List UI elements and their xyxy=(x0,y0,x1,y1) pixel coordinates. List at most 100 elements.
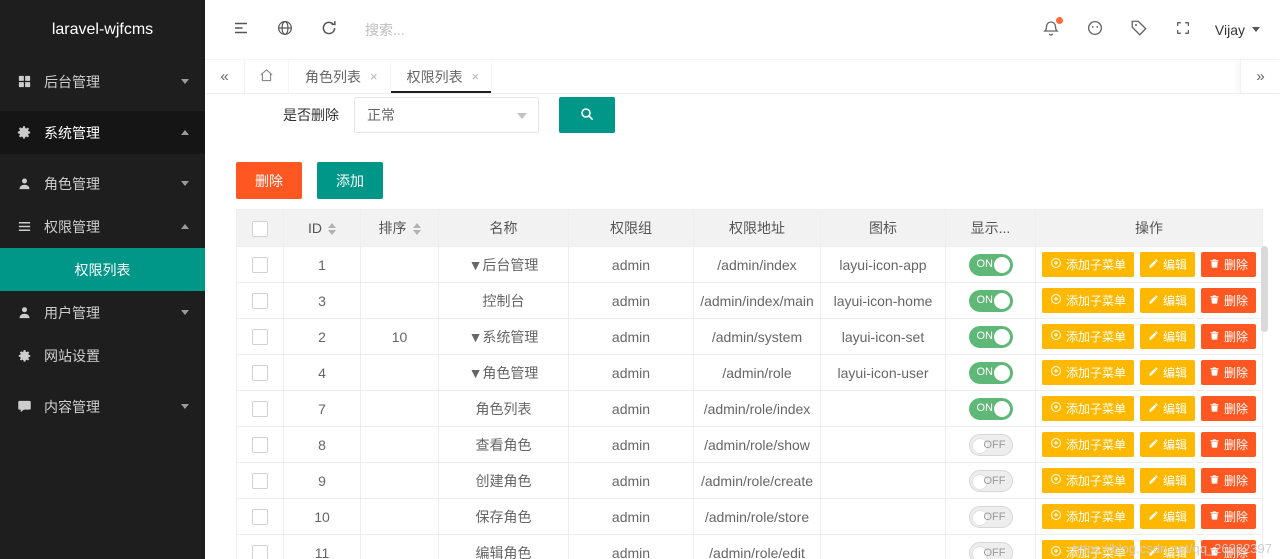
row-checkbox[interactable] xyxy=(252,509,268,526)
row-checkbox[interactable] xyxy=(252,257,268,274)
delete-button[interactable]: 删除 xyxy=(1201,252,1257,277)
sidebar-item-backend[interactable]: 后台管理 xyxy=(0,60,205,103)
fullscreen-button[interactable] xyxy=(1161,0,1205,60)
tabs-scroll-left[interactable]: « xyxy=(205,60,245,93)
tab-role-list[interactable]: 角色列表 × xyxy=(289,60,391,93)
delete-button[interactable]: 删除 xyxy=(1201,396,1257,421)
table-scrollbar[interactable] xyxy=(1261,246,1268,332)
display-switch[interactable]: OFF xyxy=(968,505,1013,528)
notifications-button[interactable] xyxy=(1029,0,1073,60)
header-id[interactable]: ID xyxy=(283,209,361,247)
close-icon[interactable]: × xyxy=(472,70,480,83)
row-checkbox[interactable] xyxy=(252,401,268,418)
cell-name: 控制台 xyxy=(438,282,569,319)
table-row: 7 角色列表 admin /admin/role/index ON 添加子菜单 … xyxy=(236,390,1263,427)
delete-button[interactable]: 删除 xyxy=(1201,432,1257,457)
switch-label: OFF xyxy=(983,546,1006,559)
collapse-sidebar-button[interactable] xyxy=(219,0,263,60)
search-button[interactable] xyxy=(559,97,615,133)
add-child-button[interactable]: 添加子菜单 xyxy=(1041,396,1134,421)
add-button[interactable]: 添加 xyxy=(317,162,383,199)
header-sort[interactable]: 排序 xyxy=(360,209,439,247)
chevron-down-icon xyxy=(181,310,189,315)
row-checkbox[interactable] xyxy=(252,365,268,382)
edit-button[interactable]: 编辑 xyxy=(1139,432,1195,457)
cell-group: admin xyxy=(568,318,694,355)
delete-button[interactable]: 删除 xyxy=(1201,468,1257,493)
cell-name: ▼角色管理 xyxy=(438,354,569,391)
edit-button[interactable]: 编辑 xyxy=(1139,288,1195,313)
row-checkbox[interactable] xyxy=(252,329,268,346)
delete-button[interactable]: 删除 xyxy=(1201,504,1257,529)
sidebar-item-content[interactable]: 内容管理 xyxy=(0,385,205,428)
plus-circle-icon xyxy=(1050,545,1062,559)
close-icon[interactable]: × xyxy=(370,70,378,83)
display-switch[interactable]: ON xyxy=(968,289,1013,312)
add-child-button[interactable]: 添加子菜单 xyxy=(1041,468,1134,493)
sidebar-item-roles[interactable]: 角色管理 xyxy=(0,162,205,205)
edit-button[interactable]: 编辑 xyxy=(1139,324,1195,349)
edit-button[interactable]: 编辑 xyxy=(1139,252,1195,277)
delete-button[interactable]: 删除 xyxy=(1201,540,1257,559)
edit-button[interactable]: 编辑 xyxy=(1139,396,1195,421)
display-switch[interactable]: OFF xyxy=(968,433,1013,456)
display-switch[interactable]: ON xyxy=(968,397,1013,420)
display-switch[interactable]: OFF xyxy=(968,541,1013,559)
list-icon xyxy=(16,218,33,235)
row-checkbox[interactable] xyxy=(252,293,268,310)
add-child-button[interactable]: 添加子菜单 xyxy=(1041,432,1134,457)
add-child-button[interactable]: 添加子菜单 xyxy=(1041,288,1134,313)
home-icon xyxy=(259,68,274,86)
header-group: 权限组 xyxy=(568,209,694,247)
cell-icon xyxy=(820,390,946,427)
refresh-button[interactable] xyxy=(307,0,351,60)
display-switch[interactable]: OFF xyxy=(968,469,1013,492)
sidebar-item-permissions[interactable]: 权限管理 xyxy=(0,205,205,248)
tags-button[interactable] xyxy=(1117,0,1161,60)
add-child-button[interactable]: 添加子菜单 xyxy=(1041,540,1134,559)
row-checkbox[interactable] xyxy=(252,473,268,490)
user-menu[interactable]: Vijay xyxy=(1215,22,1260,38)
sidebar-item-permission-list[interactable]: 权限列表 xyxy=(0,248,205,291)
sidebar-item-system[interactable]: 系统管理 xyxy=(0,111,205,154)
sidebar-item-site-settings[interactable]: 网站设置 xyxy=(0,334,205,377)
table-row: 1 ▼后台管理 admin /admin/index layui-icon-ap… xyxy=(236,246,1263,283)
select-all-checkbox[interactable] xyxy=(252,220,268,237)
edit-button[interactable]: 编辑 xyxy=(1139,504,1195,529)
delete-status-select[interactable]: 正常 xyxy=(354,97,539,133)
sort-icon[interactable] xyxy=(412,223,421,236)
display-switch[interactable]: ON xyxy=(968,325,1013,348)
sidebar-item-users[interactable]: 用户管理 xyxy=(0,291,205,334)
row-checkbox[interactable] xyxy=(252,437,268,454)
delete-selected-button[interactable]: 删除 xyxy=(236,162,302,199)
add-child-button[interactable]: 添加子菜单 xyxy=(1041,252,1134,277)
edit-button[interactable]: 编辑 xyxy=(1139,540,1195,559)
cell-icon xyxy=(820,462,946,499)
edit-button[interactable]: 编辑 xyxy=(1139,468,1195,493)
table-row: 3 控制台 admin /admin/index/main layui-icon… xyxy=(236,282,1263,319)
search-input[interactable] xyxy=(365,21,485,38)
plus-circle-icon xyxy=(1050,257,1062,272)
tab-home[interactable] xyxy=(245,60,289,93)
switch-label: ON xyxy=(976,257,994,270)
edit-button[interactable]: 编辑 xyxy=(1139,360,1195,385)
tabs-scroll-right[interactable]: » xyxy=(1240,60,1280,93)
switch-label: ON xyxy=(976,293,994,306)
tab-permission-list[interactable]: 权限列表 × xyxy=(390,60,493,93)
cell-url: /admin/role/edit xyxy=(693,534,821,559)
add-child-button[interactable]: 添加子菜单 xyxy=(1041,504,1134,529)
delete-button[interactable]: 删除 xyxy=(1201,288,1257,313)
row-checkbox[interactable] xyxy=(252,545,268,559)
site-home-button[interactable] xyxy=(263,0,307,60)
delete-button[interactable]: 删除 xyxy=(1201,324,1257,349)
theme-button[interactable] xyxy=(1073,0,1117,60)
display-switch[interactable]: ON xyxy=(968,253,1013,276)
add-child-button[interactable]: 添加子菜单 xyxy=(1041,360,1134,385)
chevron-down-icon xyxy=(181,79,189,84)
delete-button[interactable]: 删除 xyxy=(1201,360,1257,385)
display-switch[interactable]: ON xyxy=(968,361,1013,384)
add-child-button[interactable]: 添加子菜单 xyxy=(1041,324,1134,349)
pencil-icon xyxy=(1148,366,1159,380)
comment-icon xyxy=(16,398,33,415)
sort-icon[interactable] xyxy=(328,223,336,236)
